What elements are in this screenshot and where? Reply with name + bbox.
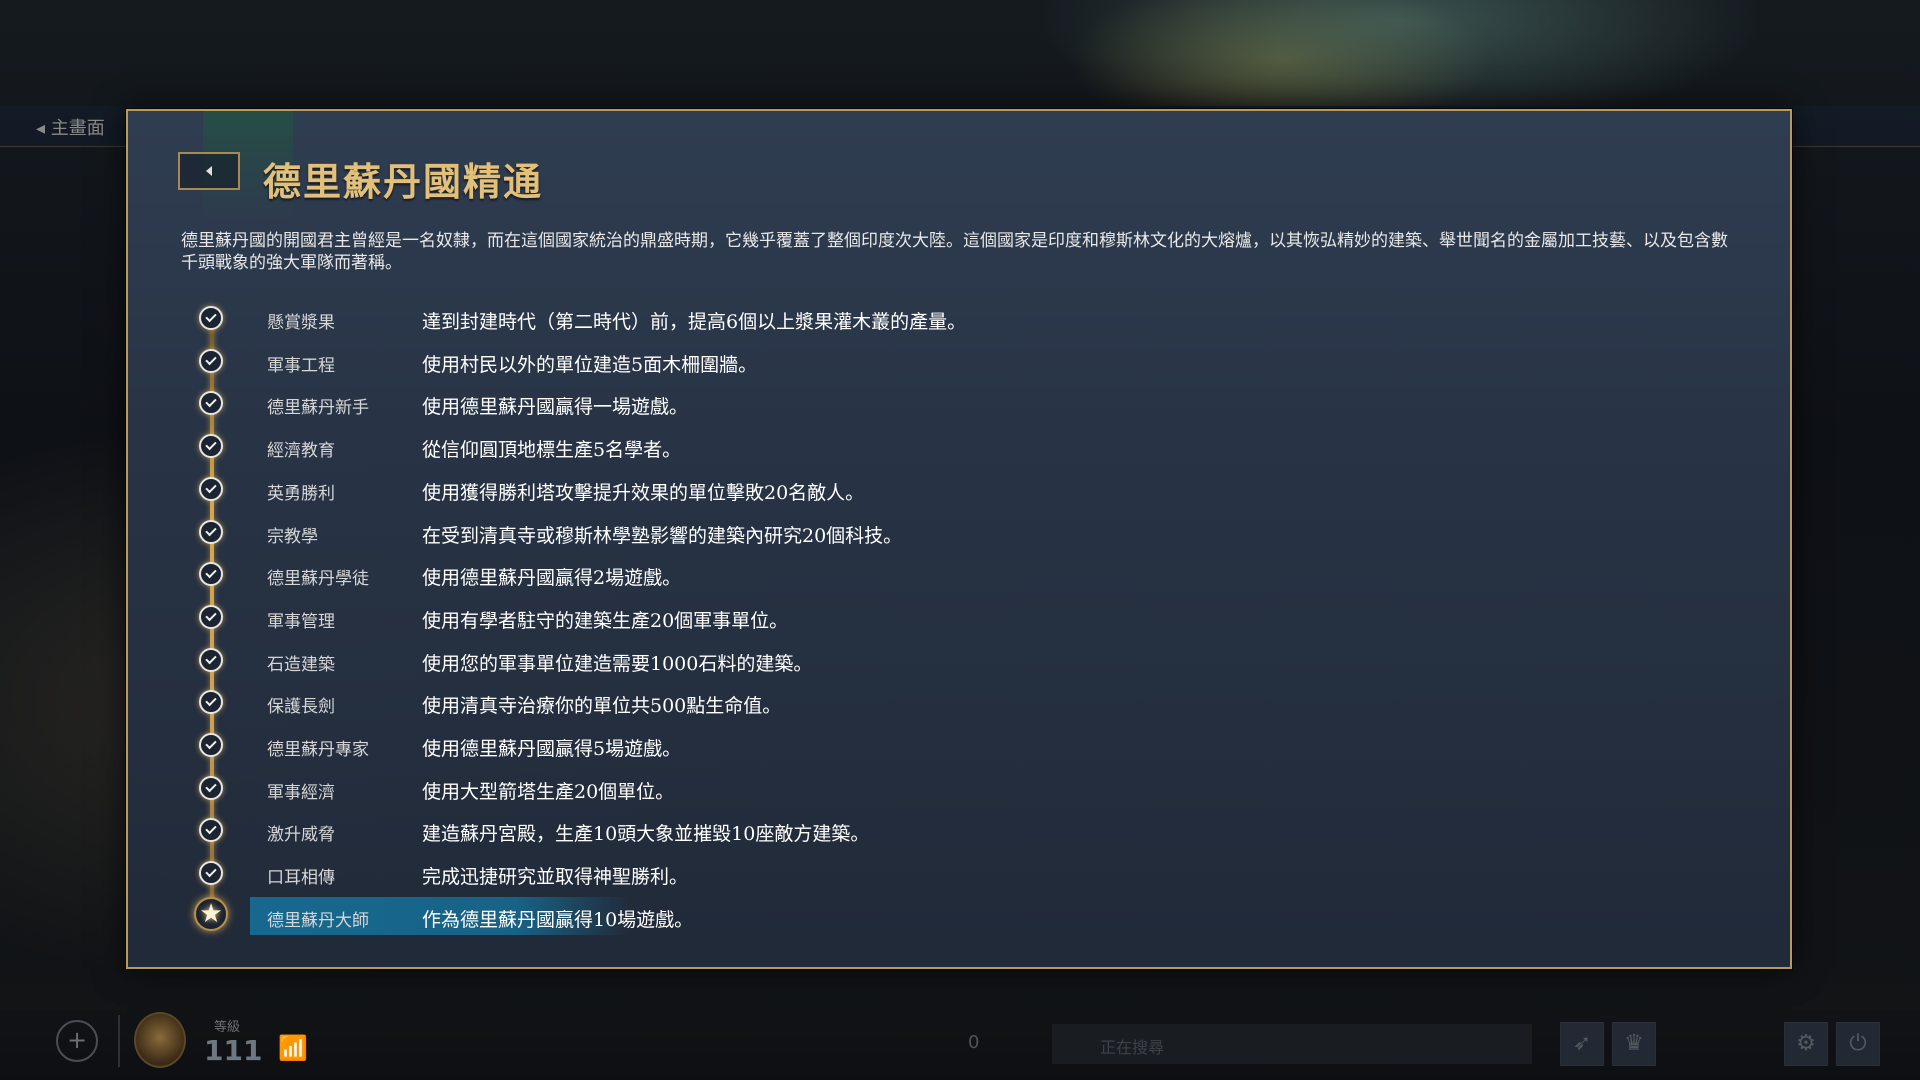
- checkmark-icon: [199, 648, 223, 672]
- mastery-row[interactable]: 德里蘇丹新手 使用德里蘇丹國贏得一場遊戲。: [128, 384, 1228, 422]
- power-icon[interactable]: ⏻: [1836, 1022, 1880, 1066]
- mastery-description: 使用您的軍事單位建造需要1000石料的建築。: [422, 653, 813, 675]
- wifi-icon: 📶: [278, 1034, 308, 1062]
- checkmark-icon: [199, 861, 223, 885]
- mastery-description: 使用獲得勝利塔攻擊提升效果的單位擊敗20名敵人。: [422, 482, 865, 504]
- mastery-name: 懸賞漿果: [267, 313, 335, 333]
- mastery-name: 經濟教育: [267, 441, 335, 461]
- back-button[interactable]: [178, 152, 240, 190]
- background-back-link: ◂ 主畫面: [36, 118, 105, 139]
- mastery-row[interactable]: 口耳相傳 完成迅捷研究並取得神聖勝利。: [128, 854, 1228, 892]
- mastery-description: 使用德里蘇丹國贏得5場遊戲。: [422, 738, 682, 760]
- mastery-name: 宗教學: [267, 527, 318, 547]
- mastery-row[interactable]: 懸賞漿果 達到封建時代（第二時代）前，提高6個以上漿果灌木叢的產量。: [128, 299, 1228, 337]
- arrow-icon[interactable]: ➶: [1560, 1022, 1604, 1066]
- mastery-name: 激升威脅: [267, 825, 335, 845]
- checkmark-icon: [199, 477, 223, 501]
- mastery-row[interactable]: 德里蘇丹學徒 使用德里蘇丹國贏得2場遊戲。: [128, 555, 1228, 593]
- mastery-description: 完成迅捷研究並取得神聖勝利。: [422, 866, 689, 888]
- mastery-description: 使用德里蘇丹國贏得一場遊戲。: [422, 396, 689, 418]
- checkmark-icon: [199, 776, 223, 800]
- gear-icon[interactable]: ⚙: [1784, 1022, 1828, 1066]
- checkmark-icon: [199, 349, 223, 373]
- plus-icon[interactable]: +: [56, 1020, 98, 1062]
- mastery-description: 使用清真寺治療你的單位共500點生命值。: [422, 695, 782, 717]
- mastery-name: 保護長劍: [267, 697, 335, 717]
- mastery-row[interactable]: 英勇勝利 使用獲得勝利塔攻擊提升效果的單位擊敗20名敵人。: [128, 470, 1228, 508]
- mastery-row[interactable]: ★ 德里蘇丹大師 作為德里蘇丹國贏得10場遊戲。: [128, 897, 1228, 935]
- checkmark-icon: [199, 391, 223, 415]
- mastery-dialog: 德里蘇丹國精通 德里蘇丹國的開國君主曾經是一名奴隸，而在這個國家統治的鼎盛時期，…: [126, 109, 1792, 969]
- checkmark-icon: [199, 520, 223, 544]
- mastery-description: 使用有學者駐守的建築生產20個軍事單位。: [422, 610, 789, 632]
- mastery-row[interactable]: 經濟教育 從信仰圓頂地標生產5名學者。: [128, 427, 1228, 465]
- checkmark-icon: [199, 818, 223, 842]
- avatar[interactable]: [134, 1012, 186, 1068]
- mastery-description: 達到封建時代（第二時代）前，提高6個以上漿果灌木叢的產量。: [422, 311, 967, 333]
- level-label: 等級: [214, 1020, 241, 1035]
- mastery-name: 軍事經濟: [267, 783, 335, 803]
- queue-text: 正在搜尋: [1100, 1038, 1165, 1057]
- checkmark-icon: [199, 605, 223, 629]
- mastery-row[interactable]: 激升威脅 建造蘇丹宮殿，生產10頭大象並摧毀10座敵方建築。: [128, 811, 1228, 849]
- checkmark-icon: [199, 434, 223, 458]
- crown-icon[interactable]: ♛: [1612, 1022, 1656, 1066]
- star-icon: ★: [188, 891, 234, 937]
- dialog-title: 德里蘇丹國精通: [263, 160, 544, 204]
- hud-divider: [118, 1015, 120, 1067]
- mastery-name: 軍事工程: [267, 356, 335, 376]
- mastery-name: 口耳相傳: [267, 868, 335, 888]
- checkmark-icon: [199, 306, 223, 330]
- mastery-row[interactable]: 德里蘇丹專家 使用德里蘇丹國贏得5場遊戲。: [128, 726, 1228, 764]
- mastery-description: 在受到清真寺或穆斯林學塾影響的建築內研究20個科技。: [422, 525, 903, 547]
- mastery-description: 從信仰圓頂地標生產5名學者。: [422, 439, 682, 461]
- mastery-row[interactable]: 軍事管理 使用有學者駐守的建築生產20個軍事單位。: [128, 598, 1228, 636]
- mastery-name: 石造建築: [267, 655, 335, 675]
- mastery-name: 德里蘇丹新手: [267, 398, 369, 418]
- checkmark-icon: [199, 562, 223, 586]
- mastery-description: 作為德里蘇丹國贏得10場遊戲。: [422, 909, 694, 931]
- mastery-description: 建造蘇丹宮殿，生產10頭大象並摧毀10座敵方建築。: [422, 823, 870, 845]
- mastery-name: 德里蘇丹學徒: [267, 569, 369, 589]
- chevron-left-icon: [206, 166, 212, 176]
- mastery-row[interactable]: 軍事工程 使用村民以外的單位建造5面木柵圍牆。: [128, 342, 1228, 380]
- mastery-name: 英勇勝利: [267, 484, 335, 504]
- mastery-name: 德里蘇丹大師: [267, 911, 369, 931]
- mastery-row[interactable]: 軍事經濟 使用大型箭塔生產20個單位。: [128, 769, 1228, 807]
- checkmark-icon: [199, 690, 223, 714]
- mastery-row[interactable]: 保護長劍 使用清真寺治療你的單位共500點生命值。: [128, 683, 1228, 721]
- mastery-name: 德里蘇丹專家: [267, 740, 369, 760]
- player-count: 0: [968, 1032, 980, 1053]
- mastery-description: 使用德里蘇丹國贏得2場遊戲。: [422, 567, 682, 589]
- checkmark-icon: [199, 733, 223, 757]
- mastery-row[interactable]: 宗教學 在受到清真寺或穆斯林學塾影響的建築內研究20個科技。: [128, 513, 1228, 551]
- mastery-description: 使用大型箭塔生產20個單位。: [422, 781, 675, 803]
- level-value: 111: [204, 1034, 263, 1067]
- mastery-description: 使用村民以外的單位建造5面木柵圍牆。: [422, 354, 758, 376]
- civilization-description: 德里蘇丹國的開國君主曾經是一名奴隸，而在這個國家統治的鼎盛時期，它幾乎覆蓋了整個…: [181, 231, 1728, 273]
- mastery-name: 軍事管理: [267, 612, 335, 632]
- mastery-row[interactable]: 石造建築 使用您的軍事單位建造需要1000石料的建築。: [128, 641, 1228, 679]
